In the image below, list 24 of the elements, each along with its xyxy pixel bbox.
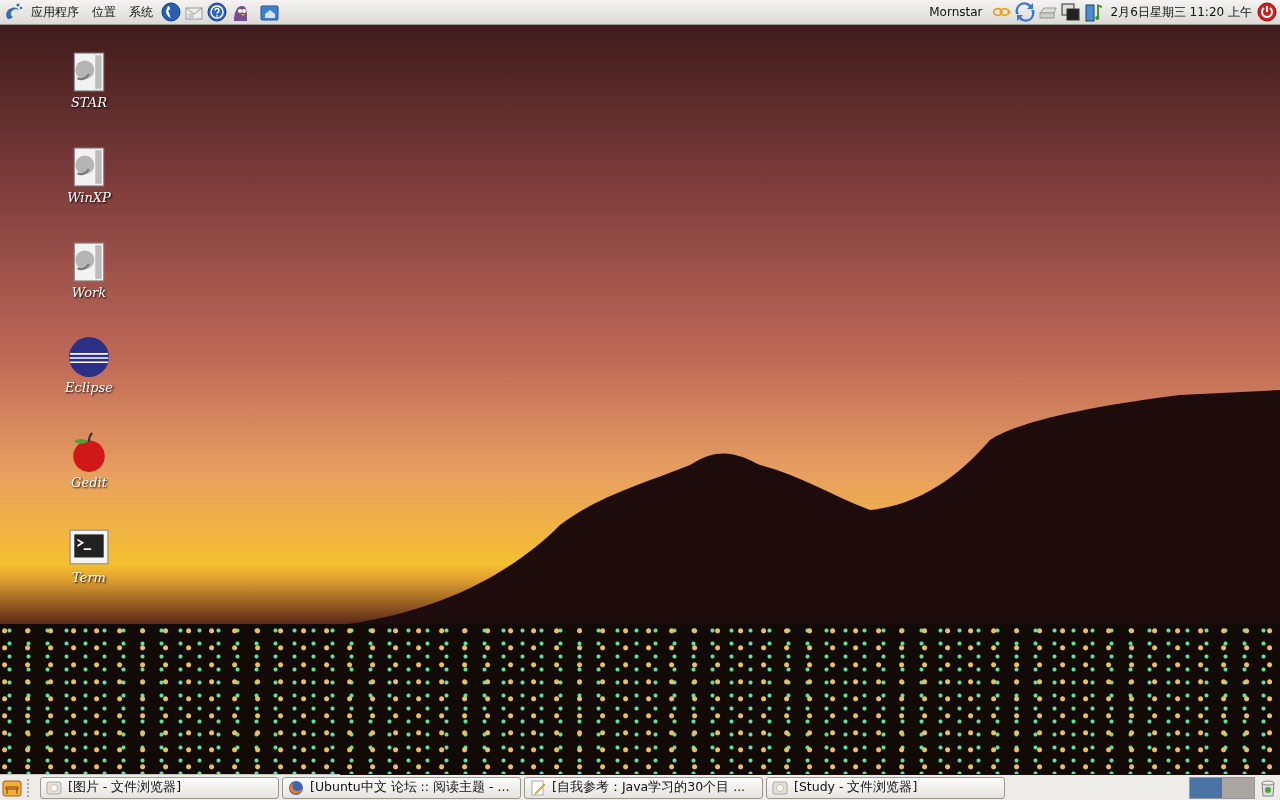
taskbar-button[interactable]: [Study - 文件浏览器] <box>766 776 1005 799</box>
desk-icon[interactable] <box>2 777 22 798</box>
browser-icon <box>288 779 304 796</box>
menu-item[interactable]: 系统 <box>124 3 158 21</box>
clock[interactable]: 2月6日星期三 11:20 上午 <box>1110 3 1252 21</box>
menu-item[interactable]: 应用程序 <box>26 3 84 21</box>
taskbar-button[interactable]: [图片 - 文件浏览器] <box>40 776 279 799</box>
menu-item[interactable]: 位置 <box>87 3 121 21</box>
desktop-icon-label[interactable]: STAR <box>70 95 107 110</box>
music-note-icon[interactable] <box>1083 2 1104 22</box>
windows-icon[interactable] <box>1060 2 1081 22</box>
help-icon[interactable] <box>207 2 227 22</box>
refresh-icon[interactable] <box>1014 2 1035 22</box>
user-name[interactable]: Mornstar <box>929 5 983 19</box>
taskbar-button[interactable]: [自我参考：Java学习的30个目 ... <box>524 776 763 799</box>
home-folder-icon[interactable] <box>259 2 279 22</box>
footprint-icon[interactable] <box>3 2 23 22</box>
desktop-icon-label[interactable]: WinXP <box>67 190 111 205</box>
trash-icon[interactable] <box>1258 777 1278 798</box>
desktop-icon-label[interactable]: Work <box>71 285 107 300</box>
sphere-icon[interactable] <box>68 336 110 378</box>
taskbar-button[interactable]: [Ubuntu中文 论坛 :: 阅读主题 - ... <box>282 776 521 799</box>
notepad-icon <box>530 779 546 796</box>
power-icon[interactable] <box>1257 2 1277 22</box>
